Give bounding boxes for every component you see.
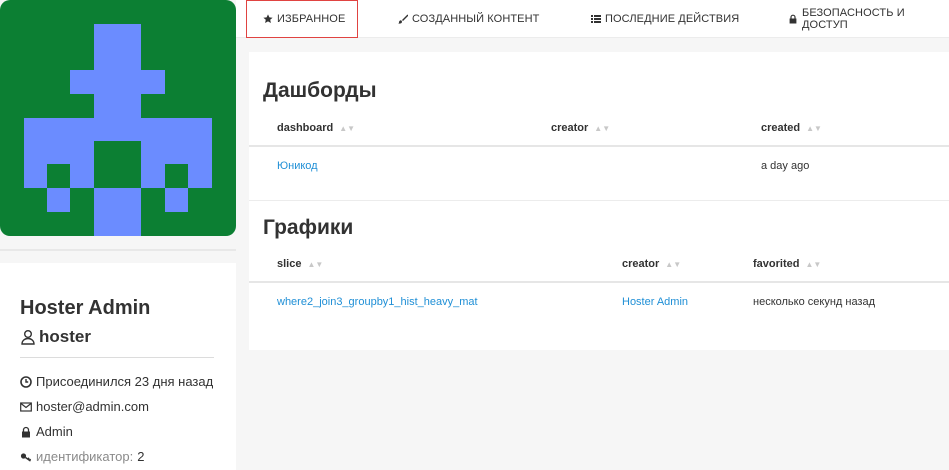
tab-favorites[interactable]: ИЗБРАННОЕ xyxy=(246,0,358,38)
email-text: hoster@admin.com xyxy=(36,399,149,414)
sort-icon: ▲▼ xyxy=(805,259,822,269)
paintbrush-icon xyxy=(398,14,408,24)
clock-icon xyxy=(20,375,32,388)
key-icon xyxy=(20,451,32,463)
identicon-avatar xyxy=(24,24,212,236)
dashboard-link[interactable]: Юникод xyxy=(277,160,318,172)
user-icon xyxy=(20,329,36,345)
sort-icon: ▲▼ xyxy=(307,259,324,269)
section-divider xyxy=(249,200,949,201)
user-full-name: Hoster Admin xyxy=(20,297,151,319)
dashboard-created: a day ago xyxy=(761,160,810,172)
column-header-label: slice xyxy=(277,258,302,270)
email-row: hoster@admin.com xyxy=(20,399,149,414)
id-label: идентификатор: xyxy=(36,449,134,464)
tab-security-access-label: БЕЗОПАСНОСТЬ И ДОСТУП xyxy=(802,7,905,31)
column-header-label: created xyxy=(761,122,801,134)
lock-icon xyxy=(788,14,798,24)
envelope-icon xyxy=(20,401,32,413)
column-header-favorited[interactable]: favorited ▲▼ xyxy=(753,258,821,270)
column-header-creator[interactable]: creator ▲▼ xyxy=(622,258,681,270)
tab-recent-activity-label: ПОСЛЕДНИЕ ДЕЙСТВИЯ xyxy=(605,13,740,25)
profile-card: Hoster Admin hoster Присоединился 23 дня… xyxy=(0,263,236,470)
charts-title: Графики xyxy=(263,216,354,239)
profile-tabs: ИЗБРАННОЕ СОЗДАННЫЙ КОНТЕНТ ПОСЛЕДНИЕ ДЕ… xyxy=(236,0,949,38)
sort-icon: ▲▼ xyxy=(339,123,356,133)
dashboards-title: Дашборды xyxy=(263,79,377,102)
sort-icon: ▲▼ xyxy=(665,259,682,269)
column-header-creator[interactable]: creator ▲▼ xyxy=(551,122,610,134)
list-icon xyxy=(591,14,601,24)
column-header-created[interactable]: created ▲▼ xyxy=(761,122,822,134)
lock-icon xyxy=(20,426,32,438)
favorites-panel: Дашборды dashboard ▲▼ creator ▲▼ created ▲▼… xyxy=(249,52,949,350)
chart-creator-link[interactable]: Hoster Admin xyxy=(622,296,688,308)
column-header-label: favorited xyxy=(753,258,800,270)
tab-recent-activity[interactable]: ПОСЛЕДНИЕ ДЕЙСТВИЯ xyxy=(591,0,739,38)
star-icon xyxy=(263,14,273,24)
tab-security-access[interactable]: БЕЗОПАСНОСТЬ И ДОСТУП xyxy=(788,0,949,38)
tab-created-content[interactable]: СОЗДАННЫЙ КОНТЕНТ xyxy=(398,0,539,38)
column-header-label: dashboard xyxy=(277,122,334,134)
username-row: hoster xyxy=(20,327,91,347)
column-header-dashboard[interactable]: dashboard ▲▼ xyxy=(277,122,355,134)
sort-icon: ▲▼ xyxy=(806,123,822,133)
column-header-label: creator xyxy=(551,122,589,134)
profile-divider xyxy=(20,357,214,358)
avatar xyxy=(0,0,236,236)
chart-link[interactable]: where2_join3_groupby1_hist_heavy_mat xyxy=(277,296,478,308)
tab-favorites-label: ИЗБРАННОЕ xyxy=(277,13,346,25)
role-text: Admin xyxy=(36,424,73,439)
tab-created-content-label: СОЗДАННЫЙ КОНТЕНТ xyxy=(412,13,540,25)
column-header-slice[interactable]: slice ▲▼ xyxy=(277,258,323,270)
username: hoster xyxy=(39,327,91,346)
table-header-divider xyxy=(249,145,949,147)
left-divider xyxy=(0,249,236,251)
id-value: 2 xyxy=(137,449,145,464)
role-row: Admin xyxy=(20,424,73,439)
joined-text: Присоединился 23 дня назад xyxy=(36,374,214,389)
chart-favorited: несколько секунд назад xyxy=(753,296,876,308)
sort-icon: ▲▼ xyxy=(594,123,611,133)
joined-row: Присоединился 23 дня назад xyxy=(20,374,213,389)
id-row: идентификатор: 2 xyxy=(20,449,144,464)
column-header-label: creator xyxy=(622,258,660,270)
table-header-divider xyxy=(249,281,949,283)
